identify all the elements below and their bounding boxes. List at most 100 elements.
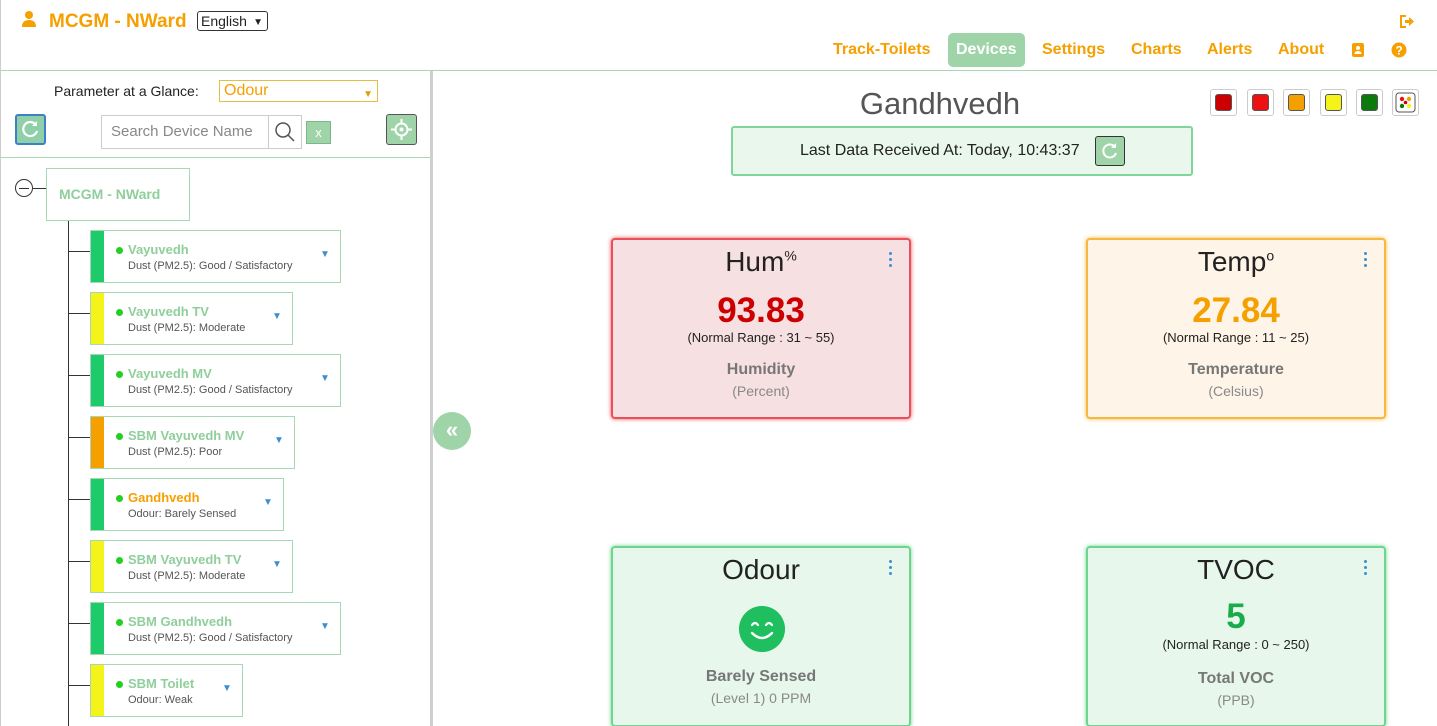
- refresh-tree-button[interactable]: [15, 114, 46, 145]
- card-title: Odour: [722, 554, 800, 585]
- online-dot: [116, 557, 123, 564]
- status-stripe: [91, 293, 104, 344]
- search-icon: [275, 122, 295, 142]
- status-stripe: [91, 355, 104, 406]
- device-name: SBM Vayuvedh TV: [128, 552, 242, 567]
- tree-connector: [68, 251, 90, 252]
- nav-charts[interactable]: Charts: [1131, 33, 1182, 67]
- chevron-down-icon: ▼: [253, 17, 263, 28]
- device-node[interactable]: SBM Vayuvedh TV Dust (PM2.5): Moderate ▼: [90, 540, 293, 593]
- kebab-menu-icon[interactable]: [1364, 252, 1368, 268]
- kebab-menu-icon[interactable]: [889, 252, 893, 268]
- refresh-icon: [1102, 143, 1117, 159]
- online-dot: [116, 371, 123, 378]
- device-status: Dust (PM2.5): Poor: [128, 446, 223, 458]
- device-node[interactable]: SBM Gandhvedh Dust (PM2.5): Good / Satis…: [90, 602, 341, 655]
- device-node[interactable]: Vayuvedh MV Dust (PM2.5): Good / Satisfa…: [90, 354, 341, 407]
- chevron-down-icon[interactable]: ▼: [272, 559, 282, 570]
- card-name: Humidity: [726, 361, 796, 378]
- legend-severe-swatch[interactable]: [1210, 89, 1237, 116]
- nav-alerts[interactable]: Alerts: [1207, 33, 1252, 67]
- device-name: SBM Toilet: [128, 676, 195, 691]
- card-range: (Normal Range : 31 ~ 55): [687, 330, 835, 345]
- language-value: English: [201, 13, 247, 29]
- chevron-down-icon[interactable]: ▼: [320, 249, 330, 260]
- search-button[interactable]: [268, 115, 302, 149]
- refresh-data-button[interactable]: [1095, 136, 1125, 166]
- device-status: Dust (PM2.5): Good / Satisfactory: [128, 384, 293, 396]
- nav-devices[interactable]: Devices: [948, 33, 1025, 67]
- online-dot: [116, 309, 123, 316]
- legend-moderate-swatch[interactable]: [1320, 89, 1347, 116]
- legend-good-swatch[interactable]: [1356, 89, 1383, 116]
- card-name: Temperature: [1188, 361, 1284, 378]
- online-dot: [116, 247, 123, 254]
- status-stripe: [91, 417, 104, 468]
- device-name: SBM Vayuvedh MV: [128, 428, 245, 443]
- device-node[interactable]: SBM Toilet Odour: Weak ▼: [90, 664, 243, 717]
- tree-connector: [68, 561, 90, 562]
- card-name: Barely Sensed: [705, 668, 817, 685]
- device-tree-panel: Parameter at a Glance: Odour ▼ Search De…: [0, 71, 430, 726]
- clear-search-button[interactable]: x: [306, 121, 331, 144]
- chevron-down-icon[interactable]: ▼: [320, 373, 330, 384]
- tree-root-node[interactable]: MCGM - NWard: [46, 168, 190, 221]
- device-name: Vayuvedh: [128, 242, 189, 257]
- device-node[interactable]: Vayuvedh Dust (PM2.5): Good / Satisfacto…: [90, 230, 341, 283]
- user-icon[interactable]: [20, 10, 38, 28]
- nav-settings[interactable]: Settings: [1042, 33, 1105, 67]
- main-nav: Track-Toilets Devices Settings Charts Al…: [1, 33, 1437, 67]
- contact-book-icon[interactable]: [1350, 42, 1366, 58]
- collapse-node-icon[interactable]: [15, 179, 33, 197]
- device-node-selected[interactable]: Gandhvedh Odour: Barely Sensed ▼: [90, 478, 284, 531]
- legend-all-swatch[interactable]: [1392, 89, 1419, 116]
- logout-icon[interactable]: [1398, 13, 1415, 30]
- chevron-down-icon: ▼: [363, 89, 373, 100]
- color-swatch-icon: [1215, 94, 1232, 111]
- chevron-down-icon[interactable]: ▼: [222, 683, 232, 694]
- locate-button[interactable]: [386, 114, 417, 145]
- tree-connector: [68, 499, 90, 500]
- card-title: TVOC: [1197, 554, 1275, 585]
- chevron-down-icon[interactable]: ▼: [274, 435, 284, 446]
- tree-connector: [68, 221, 69, 726]
- tree-connector: [68, 313, 90, 314]
- top-bar: MCGM - NWard English ▼ Track-Toilets Dev…: [0, 0, 1437, 71]
- kebab-menu-icon[interactable]: [1364, 560, 1368, 576]
- search-input[interactable]: Search Device Name: [101, 115, 269, 149]
- card-range: (Normal Range : 11 ~ 25): [1162, 330, 1310, 345]
- temperature-card: Tempo 27.84 (Normal Range : 11 ~ 25) Tem…: [1086, 238, 1386, 419]
- legend-poor-swatch[interactable]: [1283, 89, 1310, 116]
- kebab-menu-icon[interactable]: [889, 560, 893, 576]
- collapse-panel-button[interactable]: «: [433, 412, 471, 450]
- nav-about[interactable]: About: [1278, 33, 1324, 67]
- last-data-text: Last Data Received At: Today, 10:43:37: [800, 142, 1080, 159]
- online-dot: [116, 681, 123, 688]
- help-icon[interactable]: ?: [1391, 42, 1407, 58]
- card-unit: (PPB): [1217, 692, 1255, 708]
- palette-icon: [1395, 92, 1416, 113]
- chevron-down-icon[interactable]: ▼: [272, 311, 282, 322]
- status-stripe: [91, 231, 104, 282]
- card-range: (Normal Range : 0 ~ 250): [1162, 637, 1310, 652]
- app-root: MCGM - NWard English ▼ Track-Toilets Dev…: [0, 0, 1437, 726]
- card-title-sup: o: [1266, 247, 1275, 264]
- param-select[interactable]: Odour ▼: [219, 80, 378, 102]
- nav-track-toilets[interactable]: Track-Toilets: [833, 33, 931, 67]
- panel-splitter[interactable]: [430, 71, 433, 726]
- device-node[interactable]: SBM Vayuvedh MV Dust (PM2.5): Poor ▼: [90, 416, 295, 469]
- chevron-down-icon[interactable]: ▼: [263, 497, 273, 508]
- device-status: Dust (PM2.5): Good / Satisfactory: [128, 632, 293, 644]
- device-node[interactable]: Vayuvedh TV Dust (PM2.5): Moderate ▼: [90, 292, 293, 345]
- chevron-down-icon[interactable]: ▼: [320, 621, 330, 632]
- language-select[interactable]: English ▼: [197, 11, 268, 31]
- legend-very-poor-swatch[interactable]: [1247, 89, 1274, 116]
- device-status: Dust (PM2.5): Good / Satisfactory: [128, 260, 293, 272]
- device-status: Odour: Weak: [128, 694, 193, 706]
- card-value: 5: [1226, 597, 1246, 636]
- double-chevron-left-icon: «: [445, 417, 459, 442]
- status-stripe: [91, 665, 104, 716]
- humidity-card: Hum% 93.83 (Normal Range : 31 ~ 55) Humi…: [611, 238, 911, 419]
- device-status: Dust (PM2.5): Moderate: [128, 322, 246, 334]
- tree-connector: [68, 623, 90, 624]
